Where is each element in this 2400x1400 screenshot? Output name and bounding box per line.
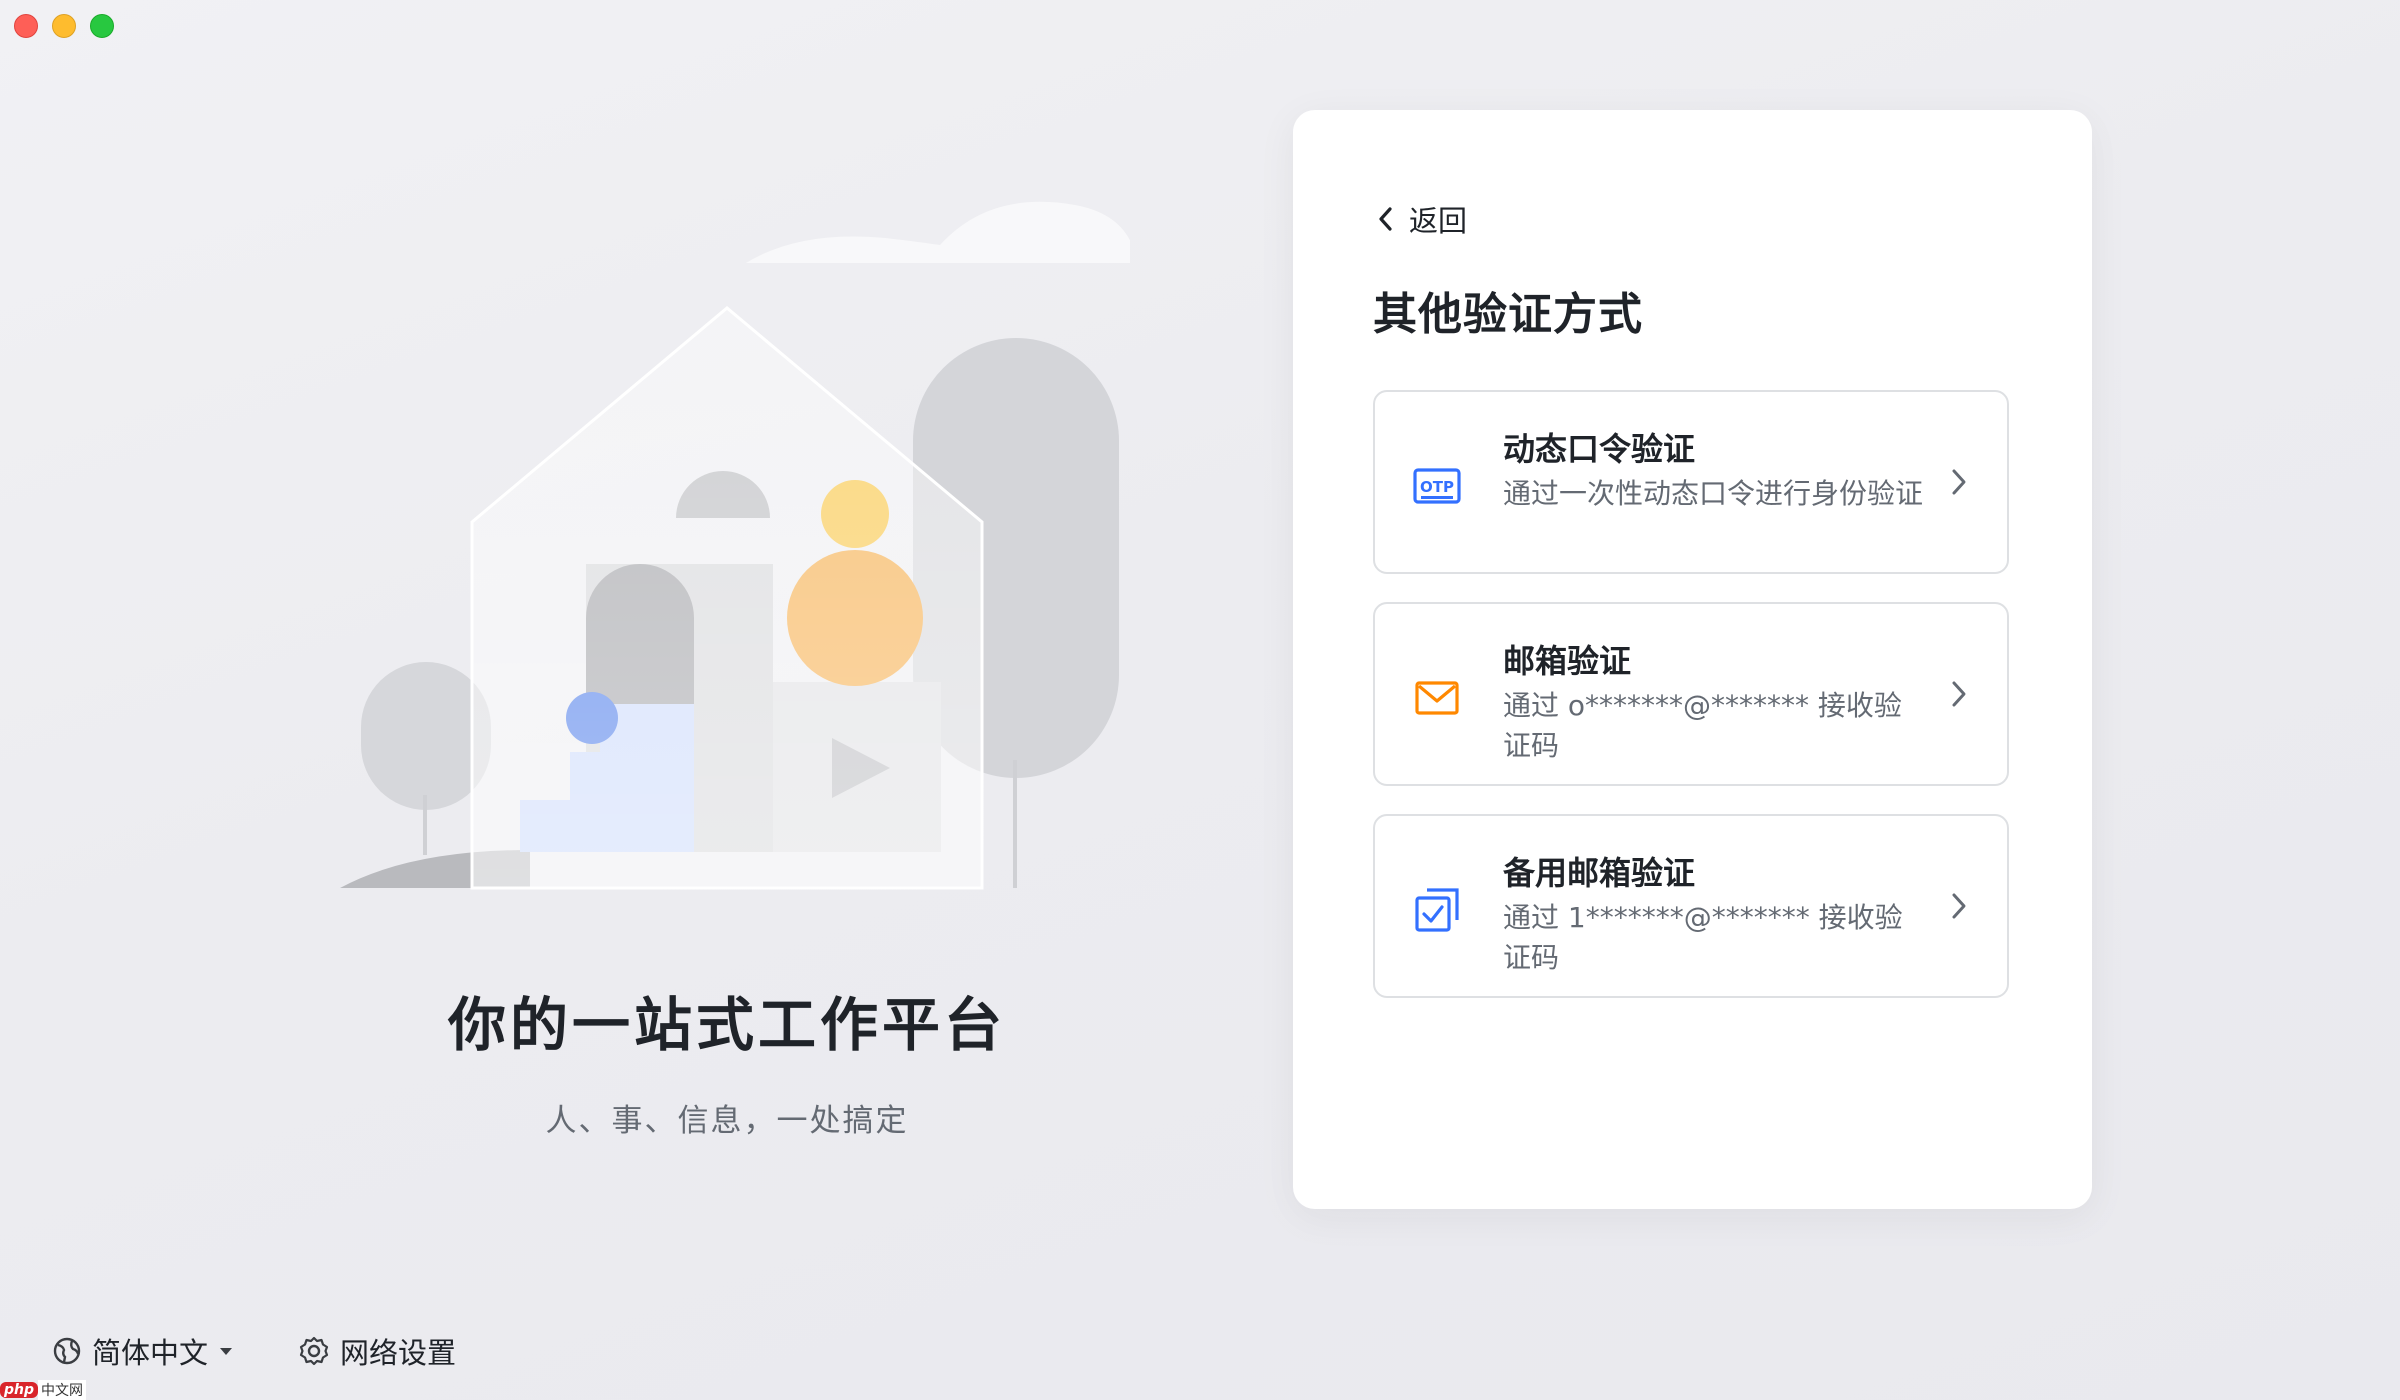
glass-house	[470, 306, 984, 890]
otp-icon: OTP	[1413, 468, 1461, 504]
hero-slogan: 你的一站式工作平台	[447, 991, 1006, 1059]
option-description: 通过 o*******@******* 接收验证码	[1503, 689, 1902, 762]
verification-panel: 返回 其他验证方式 OTP 动态口令验证 通过一次性动态口令进行身份验证 邮箱验…	[1293, 110, 2092, 1209]
option-email-text: 邮箱验证 通过 o*******@******* 接收验证码	[1503, 640, 1923, 766]
option-backup-email-verification[interactable]: 备用邮箱验证 通过 1*******@******* 接收验证码	[1373, 814, 2009, 998]
chevron-right-icon	[1952, 681, 1966, 707]
backup-mail-icon	[1415, 888, 1459, 932]
site-watermark: php 中文网	[0, 1380, 87, 1400]
close-window-button[interactable]	[14, 14, 38, 38]
back-button[interactable]: 返回	[1377, 198, 1467, 240]
minimize-window-button[interactable]	[52, 14, 76, 38]
network-settings-label: 网络设置	[340, 1336, 457, 1370]
watermark-badge: php	[0, 1382, 39, 1398]
window-controls	[14, 14, 114, 38]
globe-icon	[53, 1337, 81, 1365]
option-title: 动态口令验证	[1503, 430, 1696, 468]
network-settings-button[interactable]: 网络设置	[298, 1330, 456, 1372]
option-description: 通过 1*******@******* 接收验证码	[1503, 901, 1903, 974]
option-title: 邮箱验证	[1503, 642, 1632, 680]
chevron-left-icon	[1379, 207, 1392, 231]
back-label: 返回	[1409, 204, 1468, 238]
svg-text:OTP: OTP	[1420, 478, 1454, 496]
chevron-right-icon	[1952, 893, 1966, 919]
gear-icon	[299, 1336, 329, 1366]
option-description: 通过一次性动态口令进行身份验证	[1503, 477, 1924, 510]
language-selector[interactable]: 简体中文	[52, 1330, 234, 1372]
footer-bar: 简体中文 网络设置	[52, 1330, 456, 1372]
chevron-right-icon	[1952, 469, 1966, 495]
tree-large-trunk	[1013, 760, 1017, 888]
panel-title: 其他验证方式	[1373, 289, 1643, 340]
maximize-window-button[interactable]	[90, 14, 114, 38]
mail-icon	[1415, 681, 1459, 715]
option-title: 备用邮箱验证	[1503, 854, 1696, 892]
watermark-text: 中文网	[38, 1380, 87, 1400]
language-label: 简体中文	[92, 1336, 209, 1370]
tree-small-trunk	[423, 795, 427, 855]
option-backup-email-text: 备用邮箱验证 通过 1*******@******* 接收验证码	[1503, 852, 1923, 978]
workspace-illustration	[340, 201, 1130, 890]
option-email-verification[interactable]: 邮箱验证 通过 o*******@******* 接收验证码	[1373, 602, 2009, 786]
caret-down-icon	[220, 1348, 233, 1355]
option-otp-text: 动态口令验证 通过一次性动态口令进行身份验证	[1503, 428, 1923, 514]
hero-subtitle: 人、事、信息，一处搞定	[545, 1103, 909, 1139]
cloud-shape	[746, 201, 1130, 263]
option-otp-verification[interactable]: OTP 动态口令验证 通过一次性动态口令进行身份验证	[1373, 390, 2009, 574]
